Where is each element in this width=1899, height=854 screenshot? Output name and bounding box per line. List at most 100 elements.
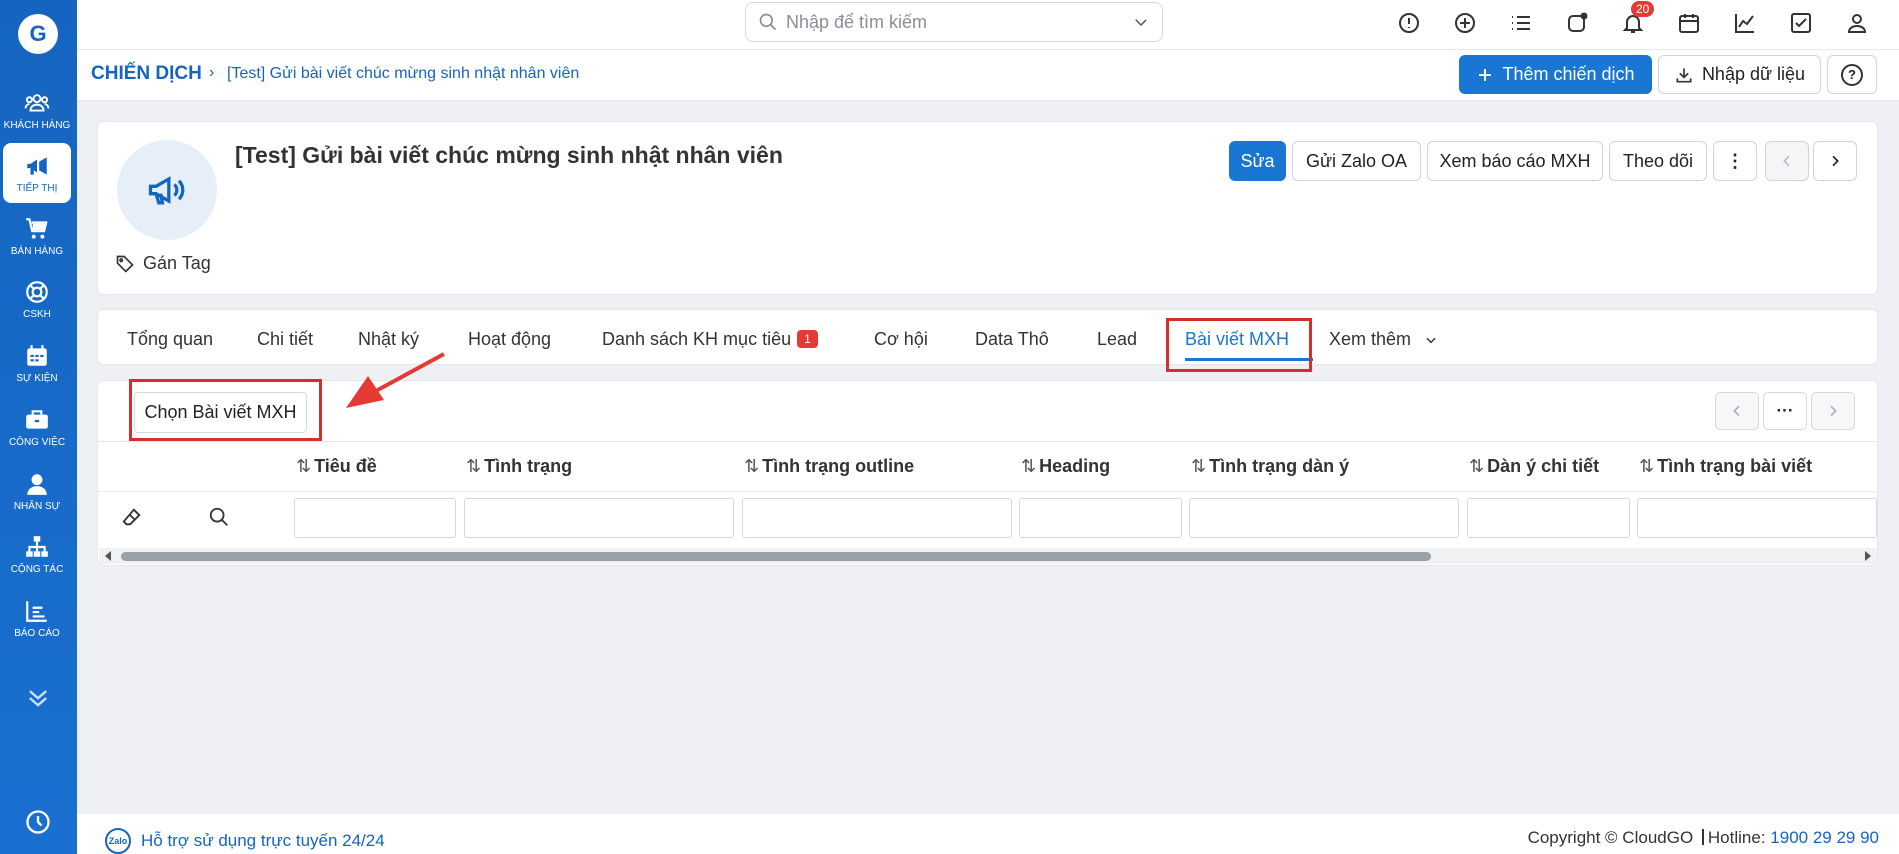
scrollbar-thumb[interactable] xyxy=(121,552,1431,561)
online-support[interactable]: Zalo Hỗ trợ sử dụng trực tuyến 24/24 xyxy=(105,828,385,854)
calendar-button[interactable] xyxy=(1661,0,1717,46)
filter-input-post-status[interactable] xyxy=(1637,498,1877,538)
quick-add-button[interactable] xyxy=(1437,0,1493,46)
follow-button[interactable]: Theo dõi xyxy=(1609,141,1707,181)
tab-raw-data[interactable]: Data Thô xyxy=(975,329,1049,350)
tab-target-customers[interactable]: Danh sách KH mục tiêu 1 xyxy=(602,329,818,350)
column-header[interactable]: ⇅ Tình trạng xyxy=(466,456,572,477)
tab-more[interactable]: Xem thêm xyxy=(1329,329,1438,350)
tasks-button[interactable] xyxy=(1773,0,1829,46)
record-header-card: [Test] Gửi bài viết chúc mừng sinh nhật … xyxy=(97,121,1878,295)
tab-details[interactable]: Chi tiết xyxy=(257,329,313,350)
horizontal-scrollbar[interactable] xyxy=(99,548,1877,564)
edit-button[interactable]: Sửa xyxy=(1229,141,1286,181)
sidebar-item-customers[interactable]: KHÁCH HÀNG xyxy=(3,80,71,140)
chevron-down-icon xyxy=(1135,19,1147,27)
assign-tag[interactable]: Gán Tag xyxy=(115,253,211,274)
column-header-label: Heading xyxy=(1039,456,1111,476)
plus-icon xyxy=(1479,68,1492,81)
chevron-left-icon xyxy=(1733,405,1740,417)
sidebar-label: SỰ KIỆN xyxy=(16,372,58,384)
alert-button[interactable] xyxy=(1381,0,1437,46)
chevron-right-icon xyxy=(1832,155,1839,167)
help-button[interactable]: ? xyxy=(1827,55,1877,94)
filter-input-heading[interactable] xyxy=(1019,498,1182,538)
account-button[interactable] xyxy=(1829,0,1885,46)
megaphone-icon xyxy=(27,156,47,175)
sort-icon: ⇅ xyxy=(1469,456,1485,476)
assign-tag-label: Gán Tag xyxy=(143,253,211,273)
org-chart-icon xyxy=(26,535,48,557)
prev-record-button[interactable] xyxy=(1765,141,1809,181)
import-data-button[interactable]: Nhập dữ liệu xyxy=(1658,55,1821,94)
notification-badge: 20 xyxy=(1631,1,1655,17)
sidebar-item-hr[interactable]: NHÂN SỰ xyxy=(3,461,71,521)
column-header[interactable]: ⇅ Heading xyxy=(1021,456,1110,477)
list-more-button[interactable]: ··· xyxy=(1763,392,1807,430)
sidebar-item-support[interactable]: CSKH xyxy=(3,269,71,329)
footer: Zalo Hỗ trợ sử dụng trực tuyến 24/24 Cop… xyxy=(77,814,1899,854)
scroll-left-icon[interactable] xyxy=(103,551,113,561)
breadcrumb-root[interactable]: CHIẾN DỊCH xyxy=(91,63,202,85)
sidebar-item-events[interactable]: SỰ KIỆN xyxy=(3,333,71,393)
column-header[interactable]: ⇅ Tình trạng outline xyxy=(744,456,914,477)
filter-input-title[interactable] xyxy=(294,498,456,538)
scroll-right-icon[interactable] xyxy=(1863,551,1873,561)
breadcrumb-separator: › xyxy=(209,64,215,81)
tag-icon xyxy=(116,255,134,273)
filter-input-draft-status[interactable] xyxy=(1189,498,1459,538)
search-icon[interactable] xyxy=(208,506,230,528)
tab-opportunities[interactable]: Cơ hội xyxy=(874,329,928,350)
top-bar: Nhập để tìm kiếm 20 xyxy=(77,0,1899,50)
zalo-icon: Zalo xyxy=(105,828,131,854)
list-button[interactable] xyxy=(1493,0,1549,46)
clock-icon[interactable] xyxy=(24,808,52,836)
sidebar-item-tasks[interactable]: CÔNG VIỆC xyxy=(3,397,71,457)
sidebar-item-sales[interactable]: BÁN HÀNG xyxy=(3,206,71,266)
top-icons: 20 xyxy=(1381,0,1885,46)
sort-icon: ⇅ xyxy=(466,456,482,476)
global-search[interactable]: Nhập để tìm kiếm xyxy=(745,2,1163,42)
column-header-label: Tình trạng bài viết xyxy=(1657,456,1813,476)
tab-overview[interactable]: Tổng quan xyxy=(127,329,213,350)
filter-input-outline-status[interactable] xyxy=(742,498,1012,538)
list-next-button[interactable] xyxy=(1811,392,1855,430)
sidebar-item-reports[interactable]: BÁO CÁO xyxy=(3,588,71,648)
column-header-label: Tiêu đề xyxy=(314,456,377,476)
person-icon xyxy=(27,473,47,495)
send-zalo-button[interactable]: Gửi Zalo OA xyxy=(1292,141,1421,181)
filter-input-outline-detail[interactable] xyxy=(1467,498,1630,538)
calendar-icon xyxy=(27,344,47,366)
sidebar-label: CSKH xyxy=(23,308,51,320)
campaign-avatar xyxy=(117,140,217,240)
sidebar-label: CỘNG TÁC xyxy=(10,563,64,575)
add-campaign-button[interactable]: Thêm chiến dịch xyxy=(1459,55,1652,94)
list-prev-button[interactable] xyxy=(1715,392,1759,430)
column-header[interactable]: ⇅ Tiêu đề xyxy=(296,456,377,477)
sort-icon: ⇅ xyxy=(1021,456,1037,476)
analytics-button[interactable] xyxy=(1717,0,1773,46)
sidebar-item-marketing[interactable]: TIẾP THỊ xyxy=(3,143,71,203)
column-header[interactable]: ⇅ Tình trạng dàn ý xyxy=(1191,456,1349,477)
column-header[interactable]: ⇅ Tình trạng bài viết xyxy=(1639,456,1812,477)
eraser-icon[interactable] xyxy=(121,506,143,528)
view-report-button[interactable]: Xem báo cáo MXH xyxy=(1427,141,1603,181)
chevron-down-icon xyxy=(1426,337,1436,344)
chevron-double-down-icon[interactable] xyxy=(24,683,52,711)
tab-activity[interactable]: Hoạt động xyxy=(468,329,551,350)
chart-line-icon xyxy=(1735,14,1754,33)
tab-more-label: Xem thêm xyxy=(1329,329,1412,349)
tab-lead[interactable]: Lead xyxy=(1097,329,1137,350)
notifications-button[interactable]: 20 xyxy=(1605,0,1661,46)
filter-input-status[interactable] xyxy=(464,498,734,538)
activity-button[interactable] xyxy=(1549,0,1605,46)
hotline-number[interactable]: 1900 29 29 90 xyxy=(1770,828,1879,847)
sidebar-item-collab[interactable]: CỘNG TÁC xyxy=(3,524,71,584)
next-record-button[interactable] xyxy=(1813,141,1857,181)
user-icon xyxy=(1847,14,1867,33)
app-logo[interactable]: G xyxy=(18,14,58,54)
column-header[interactable]: ⇅ Dàn ý chi tiết xyxy=(1469,456,1599,477)
lifebuoy-icon xyxy=(26,280,48,303)
more-actions-button[interactable]: ⋮ xyxy=(1713,141,1757,181)
tab-log[interactable]: Nhật ký xyxy=(358,329,419,350)
